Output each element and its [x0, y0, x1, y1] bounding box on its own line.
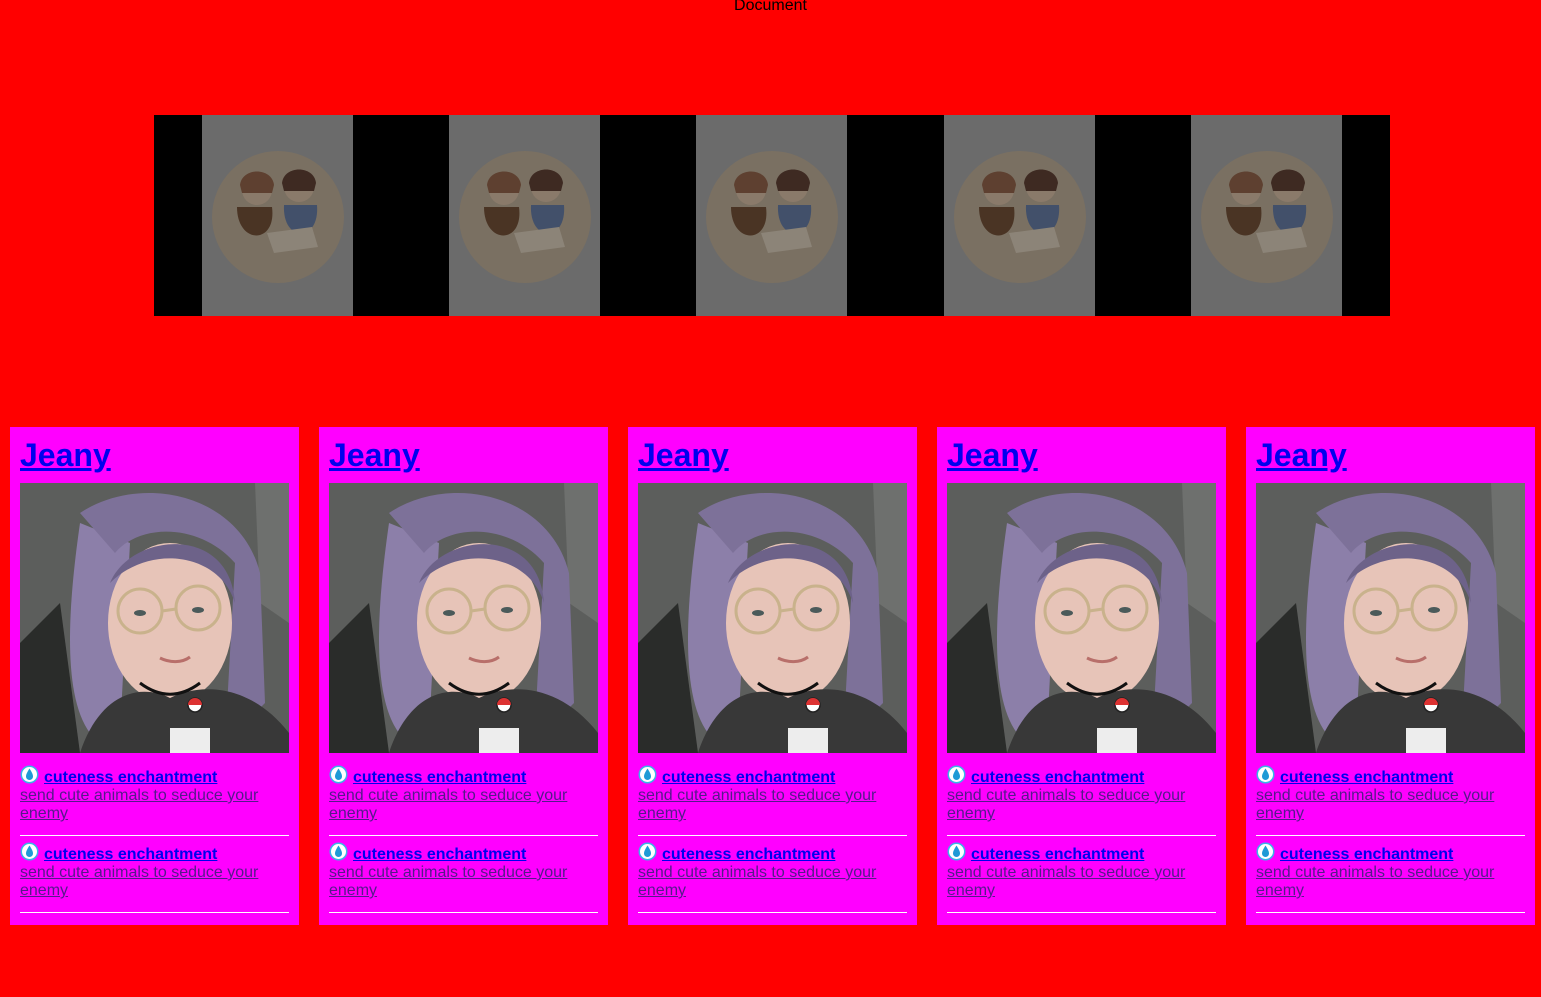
carousel-thumbnail[interactable] — [202, 115, 353, 316]
spell-description-link[interactable]: send cute animals to seduce your enemy — [638, 787, 907, 823]
card-name-link[interactable]: Jeany — [20, 437, 289, 473]
spell-title-text: cuteness enchantment — [1280, 769, 1454, 786]
carousel-thumbnail[interactable] — [944, 115, 1095, 316]
spell-description-link[interactable]: send cute animals to seduce your enemy — [329, 787, 598, 823]
spell-description-link[interactable]: send cute animals to seduce your enemy — [20, 864, 289, 900]
portrait-photo — [947, 483, 1216, 753]
spell-title-text: cuteness enchantment — [662, 769, 836, 786]
water-drop-icon — [947, 842, 966, 861]
spell-title-text: cuteness enchantment — [662, 846, 836, 863]
water-drop-icon — [638, 842, 657, 861]
spell-title-link[interactable]: cuteness enchantment — [638, 765, 907, 787]
spell-title-link[interactable]: cuteness enchantment — [20, 842, 289, 864]
spell-description-link[interactable]: send cute animals to seduce your enemy — [329, 864, 598, 900]
spell-title-link[interactable]: cuteness enchantment — [947, 842, 1216, 864]
spell-title-text: cuteness enchantment — [1280, 846, 1454, 863]
carousel-thumbnail[interactable] — [696, 115, 847, 316]
spell-title-link[interactable]: cuteness enchantment — [1256, 765, 1525, 787]
spell-description-link[interactable]: send cute animals to seduce your enemy — [1256, 787, 1525, 823]
spell-description-link[interactable]: send cute animals to seduce your enemy — [1256, 864, 1525, 900]
water-drop-icon — [638, 765, 657, 784]
spell-item: cuteness enchantment send cute animals to… — [947, 842, 1216, 913]
carousel-thumbnail[interactable] — [1191, 115, 1342, 316]
spell-title-link[interactable]: cuteness enchantment — [329, 765, 598, 787]
spell-title-link[interactable]: cuteness enchantment — [638, 842, 907, 864]
spell-title-link[interactable]: cuteness enchantment — [1256, 842, 1525, 864]
spell-item: cuteness enchantment send cute animals to… — [638, 765, 907, 836]
character-card: Jeany cuteness enchantment send cute anima… — [10, 427, 299, 925]
water-drop-icon — [329, 842, 348, 861]
portrait-photo — [329, 483, 598, 753]
card-name-link[interactable]: Jeany — [947, 437, 1216, 473]
spell-item: cuteness enchantment send cute animals to… — [20, 842, 289, 913]
spell-description-link[interactable]: send cute animals to seduce your enemy — [638, 864, 907, 900]
water-drop-icon — [1256, 842, 1275, 861]
character-card: Jeany cuteness enchantment send cute anima… — [628, 427, 917, 925]
water-drop-icon — [329, 765, 348, 784]
water-drop-icon — [947, 765, 966, 784]
spell-title-text: cuteness enchantment — [971, 846, 1145, 863]
portrait-photo — [638, 483, 907, 753]
water-drop-icon — [1256, 765, 1275, 784]
portrait-photo — [1256, 483, 1525, 753]
spell-item: cuteness enchantment send cute animals to… — [947, 765, 1216, 836]
spell-title-link[interactable]: cuteness enchantment — [947, 765, 1216, 787]
water-drop-icon — [20, 842, 39, 861]
spell-title-link[interactable]: cuteness enchantment — [329, 842, 598, 864]
spell-title-text: cuteness enchantment — [971, 769, 1145, 786]
character-card: Jeany cuteness enchantment send cute anima… — [937, 427, 1226, 925]
spell-title-text: cuteness enchantment — [353, 769, 527, 786]
spell-title-text: cuteness enchantment — [44, 846, 218, 863]
card-name-link[interactable]: Jeany — [1256, 437, 1525, 473]
character-card: Jeany cuteness enchantment send cute anima… — [1246, 427, 1535, 925]
page-title: Document — [734, 0, 807, 14]
spell-title-link[interactable]: cuteness enchantment — [20, 765, 289, 787]
spell-item: cuteness enchantment send cute animals to… — [638, 842, 907, 913]
spell-item: cuteness enchantment send cute animals to… — [329, 842, 598, 913]
portrait-photo — [20, 483, 289, 753]
spell-item: cuteness enchantment send cute animals to… — [329, 765, 598, 836]
character-card: Jeany cuteness enchantment send cute anima… — [319, 427, 608, 925]
spell-description-link[interactable]: send cute animals to seduce your enemy — [947, 787, 1216, 823]
carousel-thumbnail[interactable] — [449, 115, 600, 316]
image-carousel — [154, 115, 1390, 316]
spell-description-link[interactable]: send cute animals to seduce your enemy — [947, 864, 1216, 900]
card-name-link[interactable]: Jeany — [638, 437, 907, 473]
spell-title-text: cuteness enchantment — [353, 846, 527, 863]
spell-item: cuteness enchantment send cute animals to… — [1256, 842, 1525, 913]
card-name-link[interactable]: Jeany — [329, 437, 598, 473]
spell-item: cuteness enchantment send cute animals to… — [1256, 765, 1525, 836]
water-drop-icon — [20, 765, 39, 784]
spell-item: cuteness enchantment send cute animals to… — [20, 765, 289, 836]
spell-description-link[interactable]: send cute animals to seduce your enemy — [20, 787, 289, 823]
spell-title-text: cuteness enchantment — [44, 769, 218, 786]
